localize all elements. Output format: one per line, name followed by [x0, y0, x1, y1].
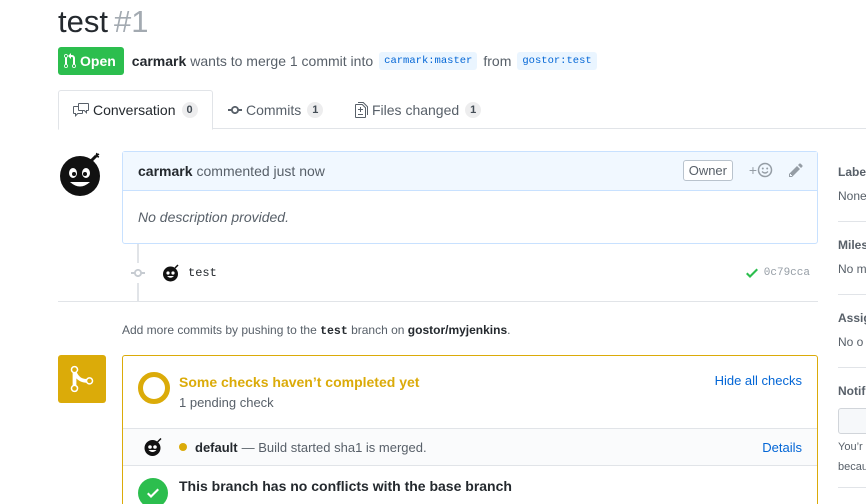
- sidebar-labels-heading: Labe: [838, 165, 866, 179]
- sidebar-assignees-heading: Assig: [838, 311, 866, 325]
- check-item: default — Build started sha1 is merged. …: [123, 428, 817, 466]
- from-text: from: [483, 53, 512, 69]
- commit-meta: 0c79cca: [745, 265, 810, 281]
- commit-node-icon: [128, 263, 148, 283]
- commit-message-link[interactable]: test: [188, 266, 217, 280]
- sidebar-divider: [838, 367, 866, 368]
- comment-author-link[interactable]: carmark: [138, 163, 193, 179]
- pr-tabs: Conversation 0 Commits 1 Files changed 1: [58, 90, 866, 130]
- sidebar-milestone[interactable]: Miles No m: [838, 238, 866, 276]
- push-note-suffix: .: [507, 323, 511, 337]
- commit-author-avatar[interactable]: [162, 264, 180, 282]
- check-description: — Build started sha1 is merged.: [241, 439, 427, 455]
- merge-box: Some checks haven’t completed yet 1 pend…: [122, 355, 818, 504]
- add-reaction-button[interactable]: +: [749, 162, 773, 178]
- timeline-divider: [58, 301, 818, 302]
- push-note-prefix: Add more commits by pushing to the: [122, 323, 317, 337]
- sidebar-milestone-value: No m: [838, 262, 866, 276]
- pr-summary: carmark wants to merge 1 commit into car…: [132, 52, 603, 70]
- file-diff-icon: [355, 101, 368, 118]
- pr-title-text: test: [58, 4, 108, 39]
- comment-header: carmark commented just now Owner +: [123, 152, 817, 191]
- check-details-link[interactable]: Details: [762, 440, 802, 455]
- tab-files-changed[interactable]: Files changed 1: [341, 90, 495, 129]
- comment-body: No description provided.: [138, 209, 289, 225]
- tab-conversation[interactable]: Conversation 0: [58, 90, 213, 130]
- conflicts-title: This branch has no conflicts with the ba…: [179, 478, 512, 494]
- merge-status-icon: [58, 355, 106, 403]
- timeline-commit: test 0c79cca: [128, 262, 818, 284]
- sidebar-labels-value: None: [838, 189, 866, 203]
- conflicts-status: This branch has no conflicts with the ba…: [123, 466, 817, 504]
- pr-sidebar: Labe None Miles No m Assig No o Notif Yo…: [838, 151, 866, 504]
- tab-conversation-label: Conversation: [93, 102, 176, 118]
- pr-meta: Open carmark wants to merge 1 commit int…: [58, 47, 603, 75]
- check-icon[interactable]: [745, 265, 758, 281]
- sidebar-divider: [838, 487, 866, 488]
- edit-comment-button[interactable]: [789, 162, 803, 181]
- push-note-repo: gostor/myjenkins: [407, 323, 508, 337]
- check-name: default: [195, 439, 238, 455]
- sidebar-notifications-heading: Notif: [838, 384, 866, 398]
- pr-author-link[interactable]: carmark: [132, 53, 187, 69]
- author-avatar[interactable]: [58, 151, 104, 197]
- push-note-middle: branch on: [351, 323, 405, 337]
- owner-badge: Owner: [682, 160, 733, 181]
- subscribe-button[interactable]: [838, 408, 866, 434]
- smiley-icon: [757, 162, 773, 178]
- push-note-branch: test: [320, 325, 348, 338]
- tab-commits-label: Commits: [246, 101, 302, 118]
- pencil-icon: [789, 163, 803, 177]
- checks-subtitle: 1 pending check: [179, 395, 274, 410]
- checks-title: Some checks haven’t completed yet: [179, 374, 420, 390]
- git-merge-icon: [70, 365, 94, 393]
- tab-files-changed-label: Files changed: [372, 101, 460, 118]
- hide-all-checks-link[interactable]: Hide all checks: [715, 373, 802, 388]
- pr-title: test #1: [58, 4, 148, 40]
- pending-dot-icon: [179, 443, 187, 451]
- notification-note-line2: becau: [838, 461, 866, 473]
- tab-commits[interactable]: Commits 1: [214, 90, 337, 129]
- head-branch[interactable]: gostor:test: [517, 52, 597, 70]
- sidebar-labels[interactable]: Labe None: [838, 165, 866, 203]
- state-badge: Open: [58, 47, 124, 75]
- pull-request-icon: [64, 53, 76, 69]
- check-avatar: [144, 437, 162, 456]
- pending-status-icon: [138, 372, 170, 404]
- state-label: Open: [80, 53, 116, 69]
- pr-comment: carmark commented just now Owner + No de…: [122, 151, 818, 244]
- push-commits-note: Add more commits by pushing to the test …: [122, 323, 510, 338]
- tab-conversation-count: 0: [181, 102, 198, 118]
- sidebar-milestone-heading: Miles: [838, 238, 866, 252]
- comment-discussion-icon: [73, 103, 89, 117]
- notification-note-line1: You’r: [838, 441, 863, 453]
- pr-number: #1: [113, 4, 149, 39]
- comment-timestamp: commented just now: [196, 163, 325, 179]
- checks-summary: Some checks haven’t completed yet 1 pend…: [123, 356, 817, 428]
- success-icon: [138, 478, 168, 504]
- sidebar-notifications: Notif You’r becau: [838, 384, 866, 474]
- sidebar-assignees[interactable]: Assig No o: [838, 311, 866, 349]
- tab-files-changed-count: 1: [465, 101, 482, 118]
- sidebar-divider: [838, 294, 866, 295]
- commit-sha-link[interactable]: 0c79cca: [764, 267, 810, 279]
- base-branch[interactable]: carmark:master: [379, 52, 478, 70]
- pr-summary-text: wants to merge 1 commit into: [190, 53, 374, 69]
- tab-commits-count: 1: [307, 101, 324, 118]
- commit-icon: [228, 105, 242, 114]
- reaction-plus: +: [748, 162, 757, 178]
- sidebar-divider: [838, 221, 866, 222]
- sidebar-assignees-value: No o: [838, 335, 864, 349]
